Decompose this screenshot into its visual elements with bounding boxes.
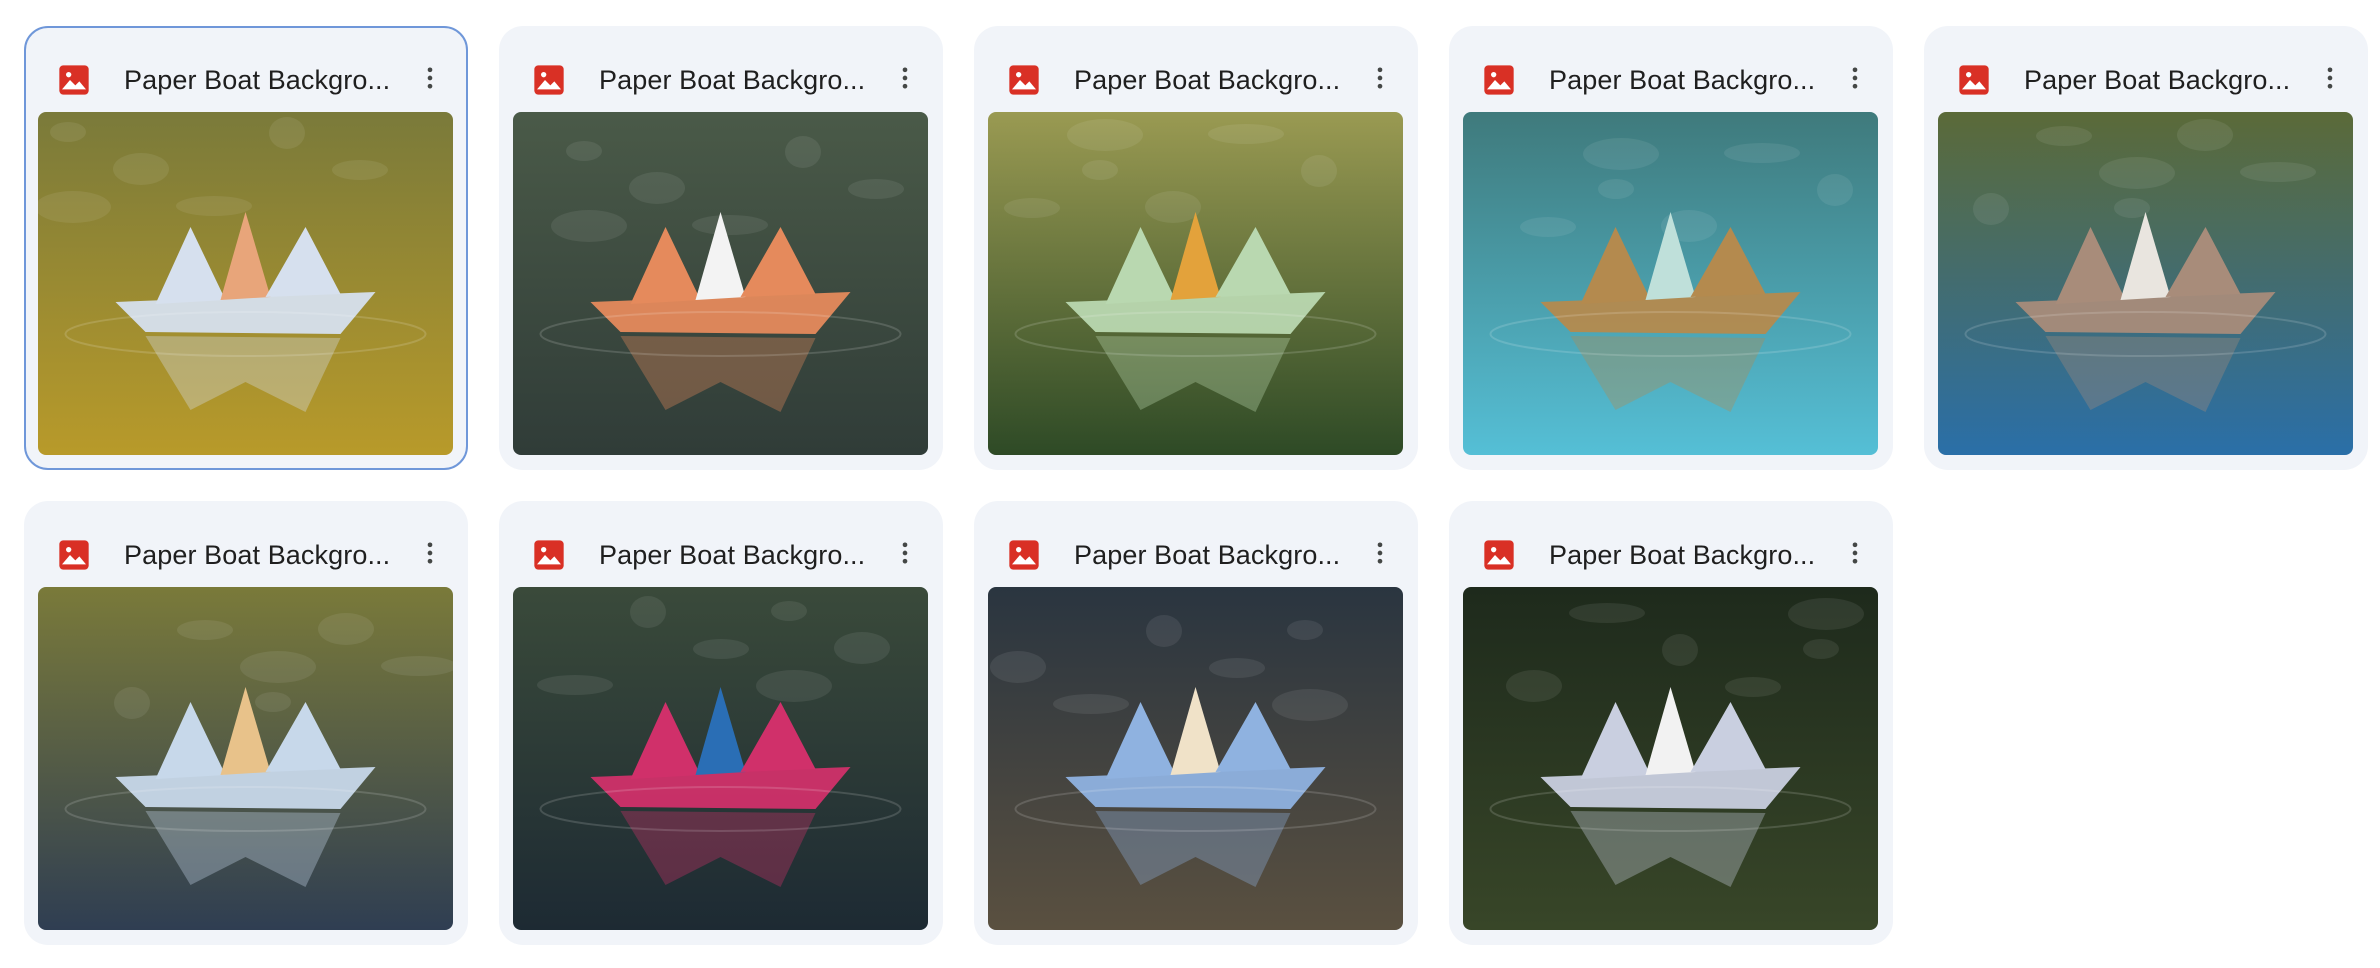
file-card-header: Paper Boat Backgro... <box>974 501 1418 587</box>
file-card[interactable]: Paper Boat Backgro... <box>1449 26 1893 470</box>
file-title: Paper Boat Backgro... <box>599 540 866 570</box>
more-vertical-icon <box>427 542 433 564</box>
file-grid: Paper Boat Backgro... Paper Boat Backgro.… <box>0 0 2380 968</box>
file-title: Paper Boat Backgro... <box>1074 540 1341 570</box>
more-actions-button[interactable] <box>1358 56 1402 100</box>
more-actions-button[interactable] <box>408 531 452 575</box>
file-thumbnail[interactable] <box>38 112 453 455</box>
image-file-icon <box>58 539 90 571</box>
image-file-icon <box>1008 64 1040 96</box>
file-title: Paper Boat Backgro... <box>1549 540 1816 570</box>
file-thumbnail[interactable] <box>38 587 453 930</box>
image-file-icon <box>533 539 565 571</box>
file-card[interactable]: Paper Boat Backgro... <box>1924 26 2368 470</box>
more-vertical-icon <box>1377 542 1383 564</box>
file-title: Paper Boat Backgro... <box>124 540 391 570</box>
file-card-header: Paper Boat Backgro... <box>26 28 466 114</box>
image-file-icon <box>1008 539 1040 571</box>
more-actions-button[interactable] <box>2308 56 2352 100</box>
more-vertical-icon <box>2327 67 2333 89</box>
image-file-icon <box>1958 64 1990 96</box>
file-thumbnail[interactable] <box>988 587 1403 930</box>
file-title: Paper Boat Backgro... <box>599 65 866 95</box>
more-actions-button[interactable] <box>1358 531 1402 575</box>
file-card-header: Paper Boat Backgro... <box>1449 26 1893 112</box>
more-actions-button[interactable] <box>883 56 927 100</box>
file-card-header: Paper Boat Backgro... <box>24 501 468 587</box>
file-thumbnail[interactable] <box>513 587 928 930</box>
file-thumbnail[interactable] <box>1938 112 2353 455</box>
more-actions-button[interactable] <box>1833 56 1877 100</box>
file-card[interactable]: Paper Boat Backgro... <box>499 501 943 945</box>
file-thumbnail[interactable] <box>513 112 928 455</box>
more-vertical-icon <box>427 67 433 89</box>
image-file-icon <box>1483 64 1515 96</box>
file-card-header: Paper Boat Backgro... <box>1924 26 2368 112</box>
file-thumbnail[interactable] <box>1463 587 1878 930</box>
more-actions-button[interactable] <box>1833 531 1877 575</box>
file-title: Paper Boat Backgro... <box>124 65 391 95</box>
file-card-header: Paper Boat Backgro... <box>499 501 943 587</box>
file-card[interactable]: Paper Boat Backgro... <box>1449 501 1893 945</box>
file-card[interactable]: Paper Boat Backgro... <box>974 26 1418 470</box>
more-vertical-icon <box>1852 542 1858 564</box>
more-vertical-icon <box>902 67 908 89</box>
more-vertical-icon <box>902 542 908 564</box>
more-actions-button[interactable] <box>883 531 927 575</box>
file-card-header: Paper Boat Backgro... <box>974 26 1418 112</box>
file-thumbnail[interactable] <box>1463 112 1878 455</box>
more-vertical-icon <box>1852 67 1858 89</box>
file-card-header: Paper Boat Backgro... <box>1449 501 1893 587</box>
more-vertical-icon <box>1377 67 1383 89</box>
more-actions-button[interactable] <box>408 56 452 100</box>
file-card[interactable]: Paper Boat Backgro... <box>24 501 468 945</box>
image-file-icon <box>533 64 565 96</box>
file-card-header: Paper Boat Backgro... <box>499 26 943 112</box>
file-thumbnail[interactable] <box>988 112 1403 455</box>
file-card[interactable]: Paper Boat Backgro... <box>499 26 943 470</box>
file-card[interactable]: Paper Boat Backgro... <box>24 26 468 470</box>
image-file-icon <box>1483 539 1515 571</box>
file-card[interactable]: Paper Boat Backgro... <box>974 501 1418 945</box>
file-title: Paper Boat Backgro... <box>1074 65 1341 95</box>
image-file-icon <box>58 64 90 96</box>
file-title: Paper Boat Backgro... <box>1549 65 1816 95</box>
file-title: Paper Boat Backgro... <box>2024 65 2291 95</box>
